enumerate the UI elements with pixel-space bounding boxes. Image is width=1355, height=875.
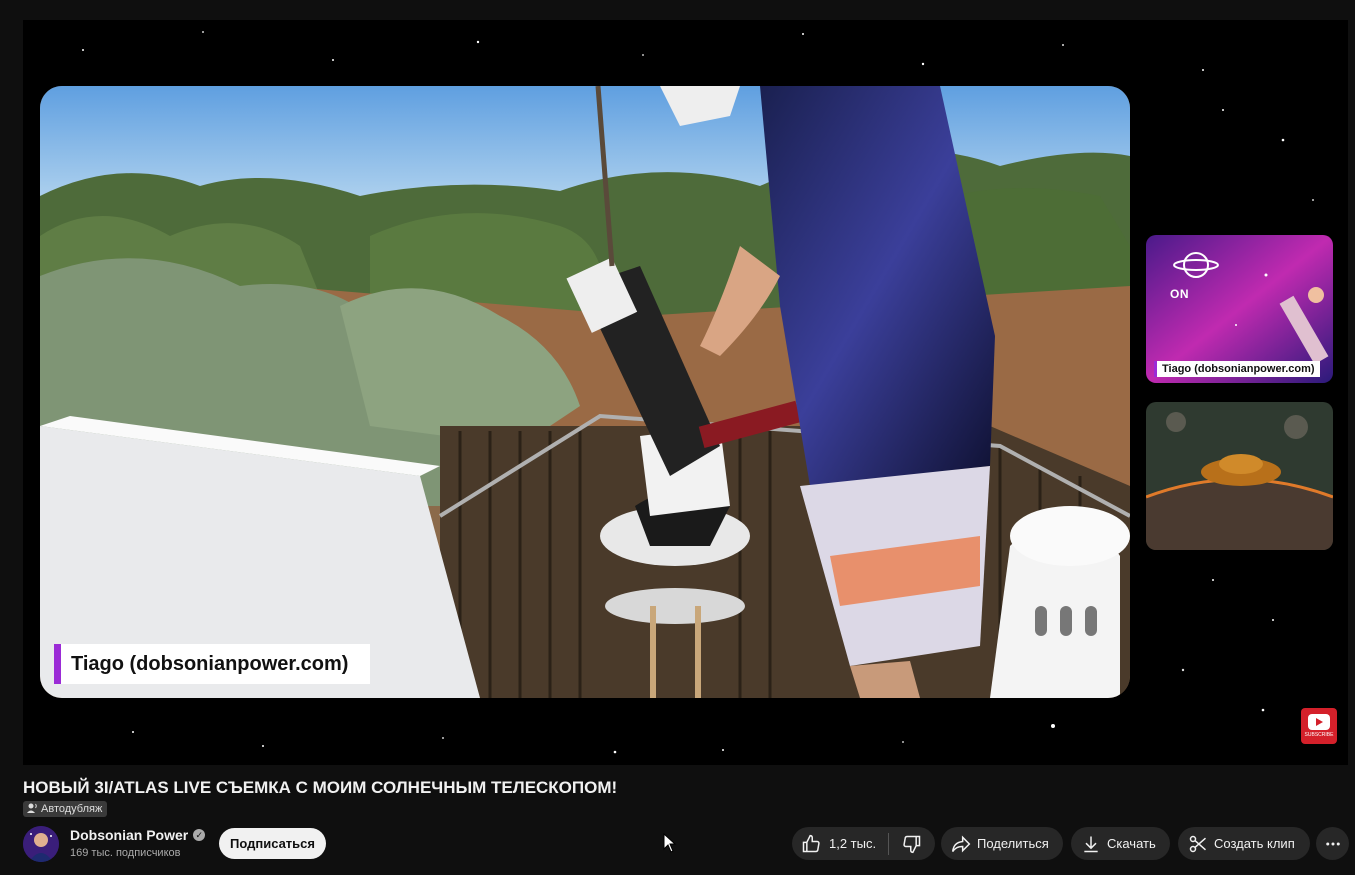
main-camera-feed: Tiago (dobsonianpower.com) <box>40 86 1130 698</box>
share-button[interactable]: Поделиться <box>941 827 1063 860</box>
thumbs-up-icon <box>801 834 821 854</box>
subscribe-logo-button[interactable]: SUBSCRIBE <box>1301 708 1337 744</box>
subscriber-count: 169 тыс. подписчиков <box>70 847 181 859</box>
auto-dub-label: Автодубляж <box>41 803 103 815</box>
verified-check-icon: ✓ <box>193 829 206 841</box>
side-camera-studio: ON Tiago (dobsonianpower.com) <box>1146 235 1333 383</box>
channel-avatar[interactable] <box>23 826 59 862</box>
subscribe-logo-text: SUBSCRIBE <box>1304 732 1334 738</box>
youtube-play-icon <box>1308 714 1330 730</box>
like-button[interactable]: 1,2 тыс. <box>792 827 888 860</box>
like-count: 1,2 тыс. <box>829 836 877 851</box>
download-button[interactable]: Скачать <box>1071 827 1170 860</box>
on-air-sign: ON <box>1170 287 1189 301</box>
create-clip-label: Создать клип <box>1214 836 1295 851</box>
subscribe-button[interactable]: Подписаться <box>219 828 326 859</box>
channel-name: Dobsonian Power <box>70 827 189 843</box>
presenter-name-tag: Tiago (dobsonianpower.com) <box>54 644 370 684</box>
share-label: Поделиться <box>977 836 1049 851</box>
side-cam-name-tag: Tiago (dobsonianpower.com) <box>1154 361 1320 377</box>
video-title: НОВЫЙ 3I/ATLAS LIVE СЪЕМКА С МОИМ СОЛНЕЧ… <box>23 778 618 797</box>
download-label: Скачать <box>1107 836 1156 851</box>
more-horizontal-icon <box>1324 835 1342 853</box>
mouse-cursor-icon <box>663 832 677 858</box>
scissors-icon <box>1188 834 1208 854</box>
like-dislike-group: 1,2 тыс. <box>792 827 935 860</box>
thumbs-down-icon <box>902 834 922 854</box>
auto-dub-badge[interactable]: Автодубляж <box>23 801 108 817</box>
side-camera-animation <box>1146 402 1333 550</box>
dislike-button[interactable] <box>889 827 935 860</box>
share-arrow-icon <box>951 834 971 854</box>
channel-name-link[interactable]: Dobsonian Power ✓ <box>70 827 206 843</box>
video-player[interactable]: Tiago (dobsonianpower.com) ON Tiago (dob… <box>23 20 1348 765</box>
create-clip-button[interactable]: Создать клип <box>1178 827 1310 860</box>
more-actions-button[interactable] <box>1316 827 1349 860</box>
download-icon <box>1081 834 1101 854</box>
voice-dub-icon <box>27 802 38 816</box>
